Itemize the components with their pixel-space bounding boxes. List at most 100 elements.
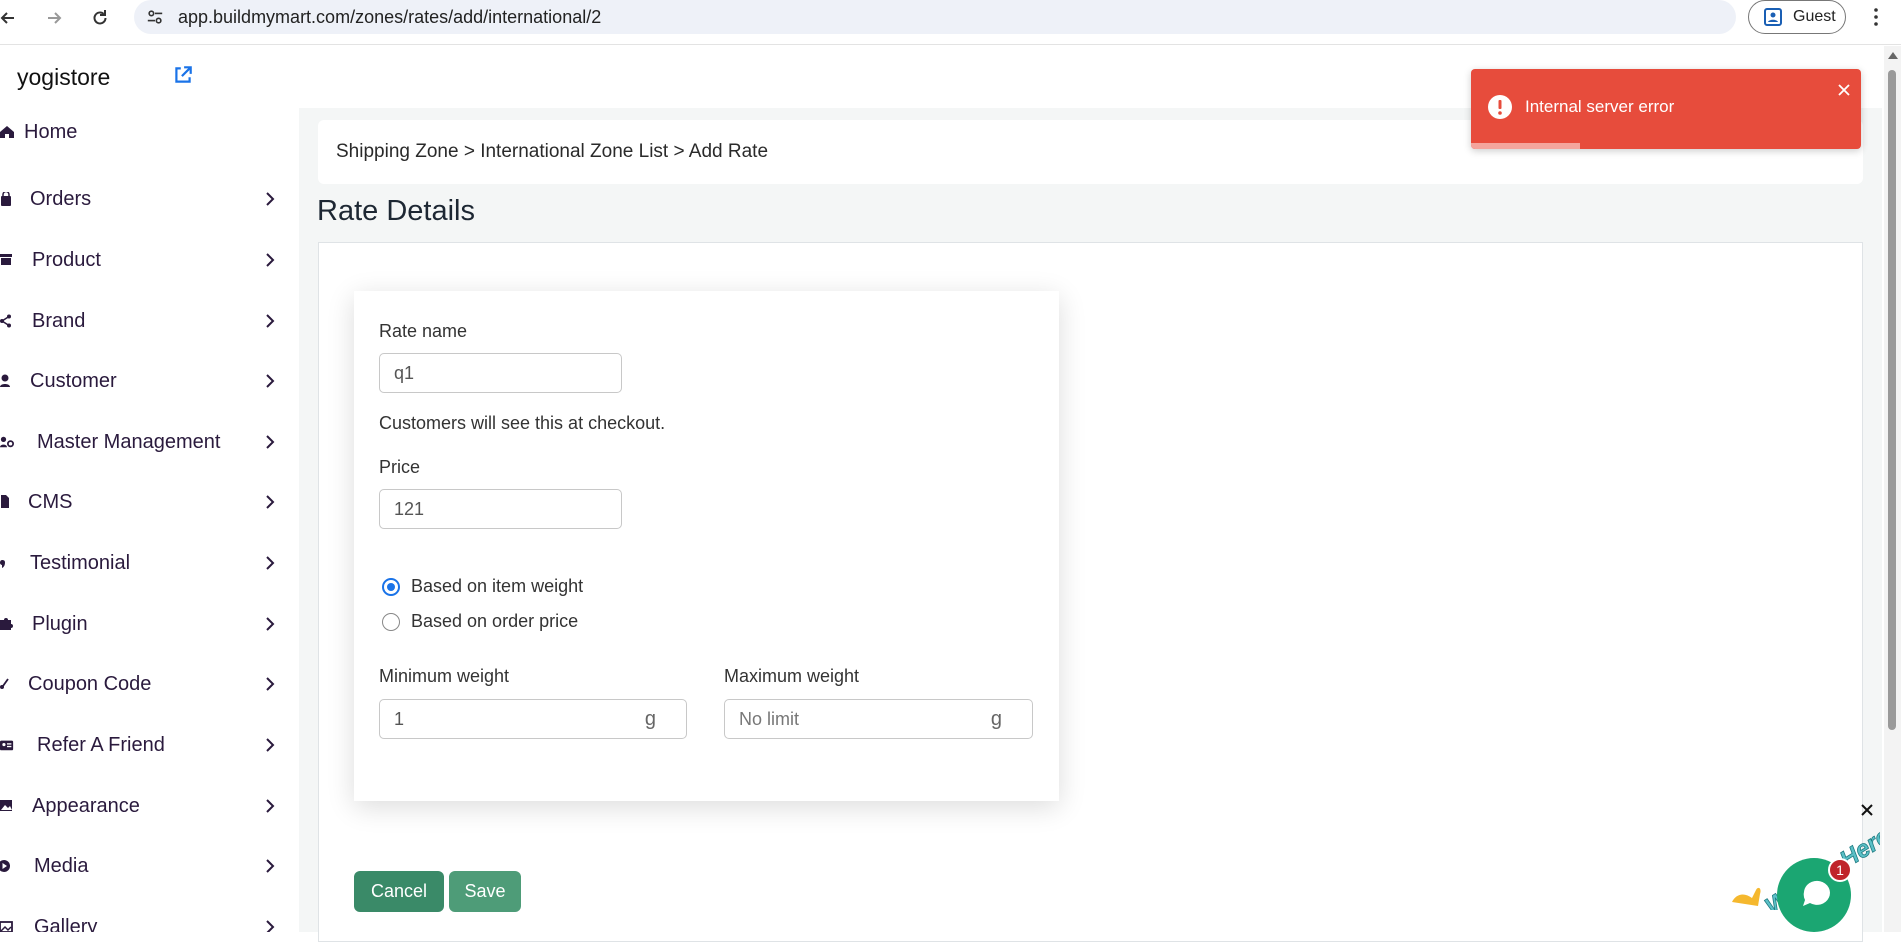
unit-label: g — [990, 708, 1002, 730]
sidebar-item-label: Media — [34, 854, 89, 877]
sidebar-item-cms[interactable]: CMS — [0, 480, 299, 524]
sidebar-item-label: Customer — [30, 369, 117, 392]
chevron-right-icon — [266, 374, 275, 388]
save-button[interactable]: Save — [449, 871, 521, 912]
sidebar-item-master-management[interactable]: Master Management — [0, 420, 299, 464]
chevron-right-icon — [266, 495, 275, 509]
radio-label: Based on order price — [411, 611, 579, 631]
chevron-right-icon — [266, 314, 275, 328]
sidebar-item-label: Refer A Friend — [37, 733, 165, 756]
sidebar-item-brand[interactable]: Brand — [0, 299, 299, 343]
chevron-right-icon — [266, 677, 275, 691]
sidebar-item-refer-a-friend[interactable]: Refer A Friend — [0, 723, 299, 767]
sidebar-item-customer[interactable]: Customer — [0, 359, 299, 403]
cancel-button[interactable]: Cancel — [354, 871, 444, 912]
waving-hand-icon — [1732, 887, 1761, 906]
chevron-right-icon — [266, 435, 275, 449]
box-icon — [0, 252, 16, 268]
rate-form-card: Rate name q1 Customers will see this at … — [354, 291, 1059, 801]
back-icon[interactable] — [0, 4, 22, 32]
browser-toolbar: app.buildmymart.com/zones/rates/add/inte… — [0, 0, 1901, 45]
radio-item-weight[interactable]: Based on item weight — [382, 576, 583, 597]
toast-progress-bar — [1471, 143, 1581, 149]
sidebar-item-home[interactable]: Home — [0, 110, 299, 154]
sidebar-item-coupon-code[interactable]: Coupon Code — [0, 662, 299, 706]
chevron-right-icon — [266, 253, 275, 267]
sidebar-item-appearance[interactable]: Appearance — [0, 784, 299, 828]
play-icon — [0, 858, 16, 874]
chevron-right-icon — [266, 799, 275, 813]
id-card-icon — [0, 737, 16, 753]
sidebar-item-label: Coupon Code — [28, 672, 152, 695]
min-weight-input[interactable]: 1 g — [379, 699, 687, 739]
chevron-right-icon — [266, 192, 275, 206]
chevron-right-icon — [266, 617, 275, 631]
max-weight-placeholder: No limit — [739, 708, 800, 729]
sidebar-item-label: Appearance — [32, 794, 140, 817]
chat-notification-badge: 1 — [1828, 858, 1852, 882]
reload-icon[interactable] — [86, 4, 114, 32]
max-weight-label: Maximum weight — [724, 666, 860, 686]
url-text: app.buildmymart.com/zones/rates/add/inte… — [178, 6, 602, 27]
price-label: Price — [379, 457, 421, 477]
toast-message: Internal server error — [1525, 97, 1675, 116]
share-icon — [0, 313, 16, 329]
sidebar-item-testimonial[interactable]: Testimonial — [0, 541, 299, 585]
sidebar-item-media[interactable]: Media — [0, 844, 299, 888]
scroll-up-arrow-icon[interactable] — [1888, 52, 1898, 59]
sidebar-item-label: Master Management — [37, 430, 221, 453]
external-link-icon[interactable] — [172, 64, 194, 86]
radio-button[interactable] — [382, 612, 400, 631]
error-icon — [1488, 95, 1512, 119]
price-value: 121 — [394, 498, 425, 519]
sidebar-item-label: Gallery — [34, 915, 98, 933]
address-bar[interactable]: app.buildmymart.com/zones/rates/add/inte… — [134, 0, 1736, 34]
site-settings-icon[interactable] — [144, 6, 166, 28]
store-name: yogistore — [17, 64, 111, 90]
sidebar: yogistore Home Orders Product Brand Cust… — [0, 46, 299, 932]
rate-name-value: q1 — [394, 362, 415, 383]
unit-label: g — [644, 708, 656, 730]
sidebar-item-label: Home — [24, 120, 78, 143]
vertical-scrollbar[interactable] — [1884, 46, 1901, 932]
sidebar-item-orders[interactable]: Orders — [0, 177, 299, 221]
chevron-right-icon — [266, 859, 275, 873]
sidebar-item-label: Brand — [32, 309, 86, 332]
price-input[interactable]: 121 — [379, 489, 622, 529]
sidebar-item-label: Plugin — [32, 612, 88, 635]
quote-icon — [0, 555, 16, 571]
gallery-icon — [0, 919, 16, 932]
sidebar-item-gallery[interactable]: Gallery — [0, 905, 299, 932]
sidebar-item-product[interactable]: Product — [0, 238, 299, 282]
sidebar-item-label: Product — [32, 248, 101, 271]
scrollbar-thumb[interactable] — [1888, 70, 1896, 730]
breadcrumb-text[interactable]: Shipping Zone > International Zone List … — [336, 141, 768, 163]
file-icon — [0, 494, 16, 510]
scissors-icon — [0, 676, 16, 692]
home-icon — [0, 124, 16, 140]
sidebar-item-label: CMS — [28, 490, 73, 513]
chevron-right-icon — [266, 738, 275, 752]
image-icon — [0, 798, 16, 814]
user-icon — [0, 373, 16, 389]
chat-close-icon[interactable] — [1860, 803, 1874, 817]
sidebar-item-label: Testimonial — [30, 551, 131, 574]
browser-menu-icon[interactable] — [1868, 4, 1884, 30]
helper-text: Customers will see this at checkout. — [379, 413, 666, 433]
radio-order-price[interactable]: Based on order price — [382, 611, 578, 632]
max-weight-input[interactable]: No limit g — [724, 699, 1033, 739]
radio-label: Based on item weight — [411, 576, 584, 596]
radio-button-checked[interactable] — [382, 577, 400, 596]
rate-name-input[interactable]: q1 — [379, 353, 622, 393]
rate-name-label: Rate name — [379, 321, 468, 341]
puzzle-icon — [0, 616, 16, 632]
chevron-right-icon — [266, 920, 275, 932]
sidebar-item-plugin[interactable]: Plugin — [0, 602, 299, 646]
min-weight-value: 1 — [394, 708, 405, 729]
chevron-right-icon — [266, 556, 275, 570]
page-title: Rate Details — [317, 195, 475, 227]
profile-label: Guest — [1793, 8, 1836, 25]
forward-icon[interactable] — [40, 4, 68, 32]
close-icon[interactable] — [1837, 83, 1851, 97]
profile-button[interactable]: Guest — [1748, 0, 1846, 34]
